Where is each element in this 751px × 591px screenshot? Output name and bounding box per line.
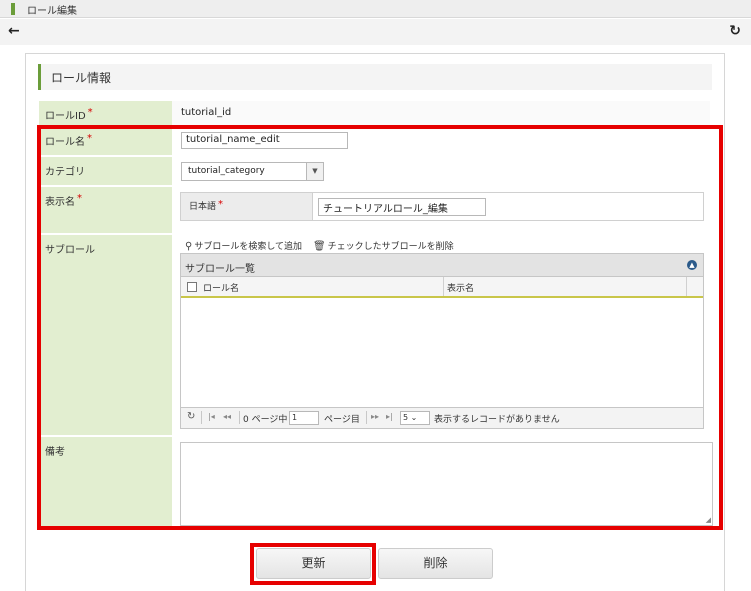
category-selected-value: tutorial_category xyxy=(188,166,265,176)
required-mark: * xyxy=(87,107,93,118)
subrole-grid: サブロール一覧 ▲ ロール名 表示名 ↻ |◂ ◂◂ 0 ページ中 1 ページ目… xyxy=(180,253,704,429)
role-id-label: ロールID * xyxy=(39,101,172,125)
delete-button[interactable]: 削除 xyxy=(378,548,493,579)
grid-title-bar: サブロール一覧 ▲ xyxy=(181,254,703,277)
reload-icon[interactable]: ↻ xyxy=(729,23,741,39)
section-header: ロール情報 xyxy=(38,64,712,90)
pager-divider xyxy=(366,411,367,424)
role-id-cell xyxy=(172,101,710,125)
first-page-icon[interactable]: |◂ xyxy=(208,410,215,424)
app-icon xyxy=(11,3,15,15)
window-title: ロール編集 xyxy=(27,6,77,17)
column-divider xyxy=(443,277,444,296)
lang-ja-label: 日本語 * xyxy=(181,193,313,220)
resize-grip-icon[interactable]: ◢ xyxy=(706,516,711,524)
column-header-display-name[interactable]: 表示名 xyxy=(447,281,474,294)
role-name-input[interactable]: tutorial_name_edit xyxy=(181,132,348,149)
grid-title: サブロール一覧 xyxy=(185,264,255,275)
grid-header-row: ロール名 表示名 xyxy=(181,277,703,298)
collapse-icon[interactable]: ▲ xyxy=(687,260,697,270)
sub-role-actions: ⚲ サブロールを検索して追加 🗑 チェックしたサブロールを削除 xyxy=(185,239,462,252)
pager-divider xyxy=(201,411,202,424)
column-header-role-name[interactable]: ロール名 xyxy=(203,281,239,294)
delete-checked-subrole-link[interactable]: 🗑 チェックしたサブロールを削除 xyxy=(313,239,454,252)
trash-icon: 🗑 xyxy=(312,241,326,252)
grid-pager: ↻ |◂ ◂◂ 0 ページ中 1 ページ目 ▸▸ ▸| 5 ⌄ 表示するレコード… xyxy=(181,407,703,428)
role-id-value: tutorial_id xyxy=(181,107,232,118)
page-count-text: 0 ページ中 xyxy=(243,415,288,425)
remarks-label: 備考 xyxy=(39,437,172,528)
category-select[interactable]: tutorial_category ▼ xyxy=(181,162,324,181)
remarks-textarea[interactable]: ◢ xyxy=(180,442,713,526)
required-mark: * xyxy=(87,133,92,144)
required-mark: * xyxy=(77,193,82,204)
rows-per-page-select[interactable]: 5 ⌄ xyxy=(400,411,430,425)
back-arrow-icon[interactable]: ← xyxy=(8,23,20,39)
category-label: カテゴリ xyxy=(39,157,172,185)
search-icon: ⚲ xyxy=(185,241,193,252)
pager-divider xyxy=(239,411,240,424)
refresh-icon[interactable]: ↻ xyxy=(187,410,195,424)
role-name-label: ロール名 * xyxy=(39,127,172,155)
display-name-label: 表示名 * xyxy=(39,187,172,233)
column-divider xyxy=(686,277,687,296)
toolbar: ← ↻ xyxy=(0,19,751,45)
last-page-icon[interactable]: ▸| xyxy=(386,410,393,424)
chevron-down-icon[interactable]: ▼ xyxy=(306,163,323,180)
no-records-text: 表示するレコードがありません xyxy=(434,415,560,425)
window-titlebar: ロール編集 xyxy=(0,0,751,18)
display-name-input[interactable]: チュートリアルロール_編集 xyxy=(318,198,486,216)
required-mark: * xyxy=(218,199,224,210)
page-suffix-text: ページ目 xyxy=(324,415,360,425)
prev-page-icon[interactable]: ◂◂ xyxy=(223,410,231,424)
search-add-subrole-link[interactable]: ⚲ サブロールを検索して追加 xyxy=(185,239,302,252)
select-all-checkbox[interactable] xyxy=(187,282,197,292)
section-title: ロール情報 xyxy=(51,71,112,85)
page-number-input[interactable]: 1 xyxy=(289,411,319,425)
sub-role-label: サブロール xyxy=(39,235,172,435)
update-button[interactable]: 更新 xyxy=(256,548,371,579)
next-page-icon[interactable]: ▸▸ xyxy=(371,410,379,424)
